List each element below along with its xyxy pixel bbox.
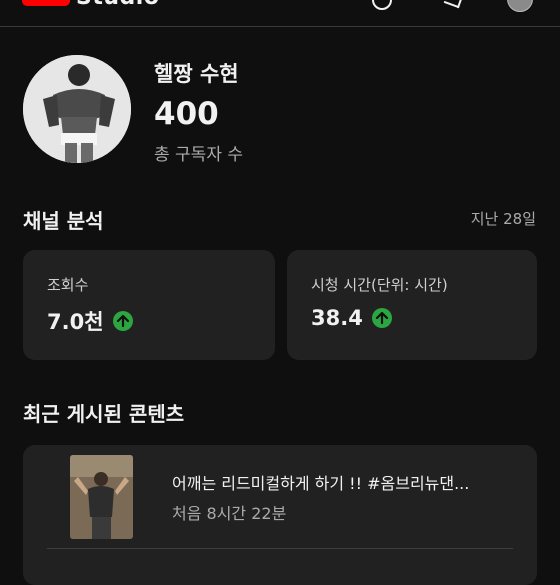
feedback-icon[interactable]	[443, 0, 465, 9]
account-avatar[interactable]	[507, 0, 533, 12]
channel-avatar[interactable]	[23, 55, 131, 163]
divider	[47, 548, 513, 549]
subscriber-label: 총 구독자 수	[154, 145, 244, 165]
app-name: Studio	[76, 0, 159, 10]
recent-content-card: 어깨는 리드미컬하게 하기 !! #옴브리뉴댄... 처음 8시간 22분	[23, 445, 537, 585]
subscriber-count: 400	[154, 96, 219, 132]
watch-time-value: 38.4	[311, 306, 363, 330]
help-icon[interactable]	[372, 0, 392, 10]
youtube-logo-icon[interactable]	[22, 0, 70, 6]
analytics-period[interactable]: 지난 28일	[471, 208, 536, 229]
video-title[interactable]: 어깨는 리드미컬하게 하기 !! #옴브리뉴댄...	[172, 470, 469, 494]
views-metric-card[interactable]: 조회수 7.0천	[23, 250, 275, 360]
recent-content-title: 최근 게시된 콘텐츠	[23, 402, 185, 426]
views-label: 조회수	[47, 276, 89, 294]
video-thumbnail[interactable]	[70, 455, 133, 539]
views-value: 7.0천	[47, 310, 104, 334]
watch-time-metric-card[interactable]: 시청 시간(단위: 시간) 38.4	[287, 250, 537, 360]
channel-name: 헬짱 수현	[154, 62, 239, 86]
analytics-section-title: 채널 분석	[23, 209, 104, 233]
watch-time-label: 시청 시간(단위: 시간)	[311, 276, 448, 294]
channel-avatar-image	[23, 55, 131, 163]
video-meta: 처음 8시간 22분	[172, 504, 287, 523]
up-arrow-icon	[371, 308, 392, 328]
top-app-bar: Studio	[0, 0, 560, 27]
up-arrow-icon	[112, 311, 133, 331]
video-thumbnail-image	[70, 455, 133, 539]
